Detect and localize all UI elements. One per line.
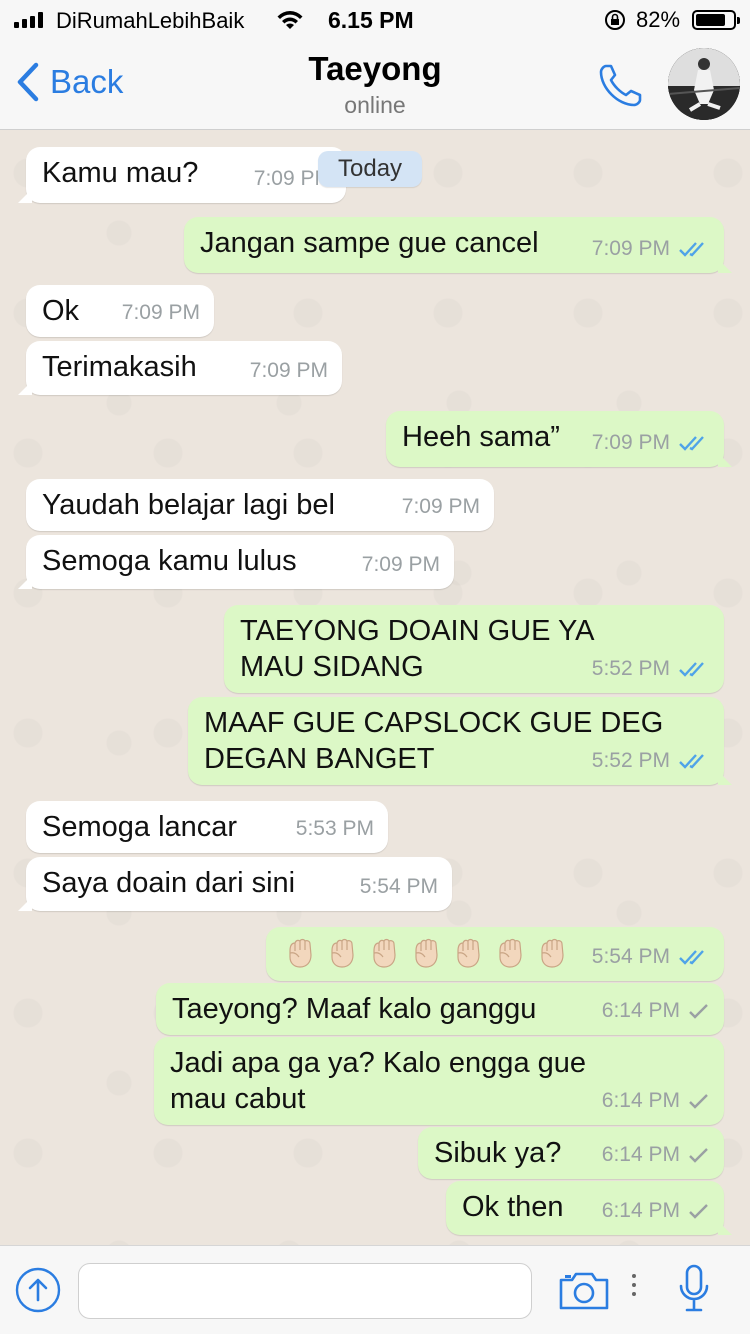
message-time: 6:14 PM [601,999,680,1022]
message-text: Jangan sampe gue cancel [200,227,539,259]
rotation-lock-icon [604,9,626,37]
read-double-check-icon [679,242,704,257]
message-text: Semoga lancar [42,811,238,843]
message-outgoing[interactable]: 5:54 PM [266,927,724,981]
read-double-check-icon [679,436,704,451]
message-time: 5:52 PM [591,657,670,680]
single-check-icon [689,1094,708,1109]
more-options-icon[interactable] [632,1274,636,1296]
message-text: Jadi apa ga ya? Kalo engga gue mau cabut [170,1047,587,1115]
raised-fist-icon [457,939,480,968]
message-text: Taeyong? Maaf kalo ganggu [172,993,537,1025]
message-incoming[interactable]: Semoga kamu lulus 7:09 PM [18,535,454,589]
message-list[interactable]: Kamu mau? 7:09 PM Today Jangan sampe gue… [0,131,750,1245]
message-outgoing[interactable]: MAAF GUE CAPSLOCK GUE DEG DEGAN BANGET 5… [188,697,732,785]
message-time: 7:09 PM [591,237,670,260]
message-incoming[interactable]: Yaudah belajar lagi bel 7:09 PM [26,479,494,531]
message-text: Ok [42,295,80,327]
call-button[interactable] [596,60,646,115]
message-text: Heeh sama” [402,421,560,453]
message-time: 7:09 PM [121,301,200,324]
chat-header: Back Taeyong online [0,40,750,130]
raised-fist-icon [541,939,564,968]
message-text: Yaudah belajar lagi bel [42,489,335,521]
message-incoming[interactable]: Ok 7:09 PM [26,285,214,337]
message-outgoing[interactable]: Taeyong? Maaf kalo ganggu 6:14 PM [156,983,724,1035]
status-bar: DiRumahLebihBaik 6.15 PM 82% [0,0,750,40]
message-text: Ok then [462,1191,564,1223]
message-time: 5:54 PM [359,875,438,898]
attach-button[interactable] [14,1266,62,1319]
upload-arrow-icon [15,1267,61,1313]
contact-avatar[interactable] [668,48,740,120]
read-double-check-icon [679,950,704,965]
emoji-row [282,936,576,968]
message-time: 7:09 PM [401,495,480,518]
message-text: Semoga kamu lulus [42,545,297,577]
message-time: 6:14 PM [601,1143,680,1166]
raised-fist-icon [415,939,438,968]
message-outgoing[interactable]: Jangan sampe gue cancel 7:09 PM [184,217,732,273]
message-outgoing[interactable]: Sibuk ya? 6:14 PM [418,1127,724,1179]
message-time: 7:09 PM [361,553,440,576]
message-incoming[interactable]: Terimakasih 7:09 PM [18,341,342,395]
message-time: 6:14 PM [601,1089,680,1112]
message-text: TAEYONG DOAIN GUE YA MAU SIDANG [240,615,595,683]
message-outgoing[interactable]: Heeh sama” 7:09 PM [386,411,732,467]
carrier-name: DiRumahLebihBaik [56,8,245,33]
microphone-icon [679,1264,709,1312]
camera-icon [559,1272,609,1310]
read-double-check-icon [679,754,704,769]
message-text: Sibuk ya? [434,1137,562,1169]
message-text: Terimakasih [42,351,197,383]
phone-icon [599,64,642,107]
read-double-check-icon [679,662,704,677]
message-outgoing[interactable]: Jadi apa ga ya? Kalo engga gue mau cabut… [154,1037,724,1125]
message-input[interactable] [78,1263,532,1319]
message-time: 5:52 PM [591,749,670,772]
raised-fist-icon [499,939,522,968]
date-badge: Today [318,151,423,187]
message-incoming[interactable]: Semoga lancar 5:53 PM [26,801,388,853]
message-outgoing[interactable]: Ok then 6:14 PM [446,1181,732,1235]
single-check-icon [689,1204,708,1219]
message-time: 5:53 PM [295,817,374,840]
camera-button[interactable] [558,1270,610,1317]
signal-strength-icon [14,12,43,28]
battery-percent: 82% [636,7,681,32]
message-outgoing[interactable]: TAEYONG DOAIN GUE YA MAU SIDANG 5:52 PM [224,605,724,693]
battery-icon [692,10,740,30]
mic-button[interactable] [678,1264,710,1319]
message-time: 5:54 PM [591,945,670,968]
wifi-icon [276,10,304,36]
single-check-icon [689,1148,708,1163]
message-text: Kamu mau? [42,157,199,189]
message-time: 7:09 PM [249,359,328,382]
composer-bar [0,1245,750,1334]
message-incoming[interactable]: Kamu mau? 7:09 PM [18,147,346,203]
message-time: 6:14 PM [601,1199,680,1222]
message-incoming[interactable]: Saya doain dari sini 5:54 PM [18,857,452,911]
raised-fist-icon [289,939,312,968]
message-time: 7:09 PM [591,431,670,454]
status-time: 6.15 PM [328,7,414,33]
raised-fist-icon [331,939,354,968]
message-text: Saya doain dari sini [42,867,296,899]
raised-fist-icon [373,939,396,968]
single-check-icon [689,1004,708,1019]
